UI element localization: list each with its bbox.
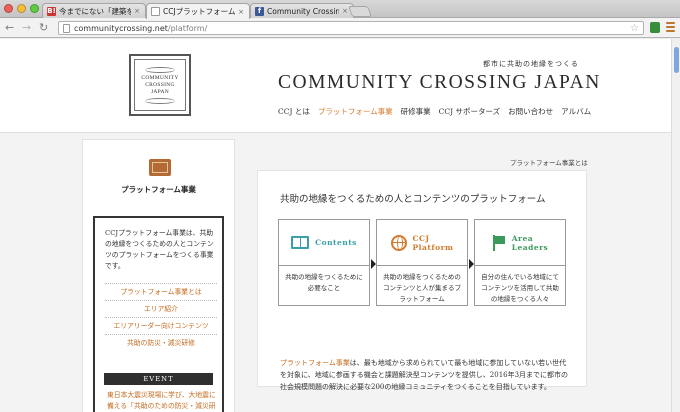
column-name-line-1: Area	[511, 233, 534, 243]
ccj-platform-column: CCJ Platform 共助の地縁をつくるためのコンテンツと人が集まるプラットフ…	[376, 219, 468, 306]
sidebar-description: CCJプラットフォーム事業は、共助の地縁をつくるための人とコンテンツのプラットフ…	[105, 229, 214, 270]
logo-line-1: COMMUNITY	[141, 74, 179, 81]
tab-title: 今までにない「建築を活」	[59, 6, 131, 16]
address-bar[interactable]: communitycrossing.net/platform/ ☆	[58, 21, 644, 35]
column-text: 共助の地縁をつくるためのコンテンツと人が集まるプラットフォーム	[383, 273, 461, 303]
star-icon[interactable]: ☆	[630, 22, 639, 35]
column-name: Area Leaders	[512, 234, 549, 252]
column-name: CCJ Platform	[413, 234, 454, 252]
browser-tab-bar: B! 今までにない「建築を活」 × CCJプラットフォーム | Com × f …	[0, 0, 680, 19]
tab-title: CCJプラットフォーム | Com	[163, 7, 236, 16]
url-text: communitycrossing.net/platform/	[74, 24, 207, 33]
globe-icon	[390, 234, 407, 251]
wrench-icon[interactable]	[666, 22, 675, 34]
column-header: Area Leaders	[475, 220, 565, 266]
window-controls	[4, 4, 39, 13]
browser-tab-2[interactable]: CCJプラットフォーム | Com ×	[146, 3, 250, 19]
content-card: 共助の地縁をつくるための人とコンテンツのプラットフォーム Contents 共助…	[257, 170, 587, 391]
column-name-line-2: Platform	[412, 242, 454, 252]
logo-line-3: JAPAN	[150, 88, 170, 95]
logo-ornament	[145, 97, 175, 104]
page-favicon	[151, 7, 160, 16]
column-text: 自分の住んでいる地域にてコンテンツを活用して共助の地縁をつくる人々	[481, 273, 559, 303]
site-title: COMMUNITY CROSSING JAPAN	[278, 72, 601, 93]
sidebar-link-areas[interactable]: エリア紹介	[105, 300, 217, 317]
scrollbar-thumb[interactable]	[674, 47, 679, 73]
sidebar-link-disaster-training[interactable]: 共助の防災・減災研修	[105, 334, 217, 351]
browser-tab-3[interactable]: f Community Crossing Japa ×	[250, 3, 354, 18]
hatena-bookmark-icon: B!	[47, 6, 56, 16]
nav-item-supporters[interactable]: CCJ サポーターズ	[439, 106, 501, 117]
logo-frame: COMMUNITY CROSSING JAPAN	[134, 59, 186, 111]
event-label: EVENT	[104, 373, 213, 385]
close-window-button[interactable]	[4, 4, 13, 13]
sidebar-box: CCJプラットフォーム事業は、共助の地縁をつくるための人とコンテンツのプラットフ…	[93, 216, 224, 412]
event-link[interactable]: 東日本大震災現場に学び、大地震に備える「共助のための防災・減災研修事業開催」	[107, 390, 217, 412]
reload-icon[interactable]: ↻	[39, 21, 48, 35]
facebook-icon: f	[255, 6, 264, 16]
tab-title: Community Crossing Japa	[267, 6, 339, 16]
contents-column: Contents 共助の地縁をつくるために必要なこと	[278, 219, 370, 306]
area-leaders-column: Area Leaders 自分の住んでいる地域にてコンテンツを活用して共助の地縁を…	[474, 219, 566, 306]
sidebar-link-overview[interactable]: プラットフォーム事業とは	[105, 283, 217, 300]
nav-item-album[interactable]: アルバム	[561, 106, 591, 117]
column-header: CCJ Platform	[377, 220, 467, 266]
extension-icon[interactable]	[650, 22, 660, 33]
book-icon	[291, 236, 310, 249]
browser-toolbar: ← → ↻ communitycrossing.net/platform/ ☆	[0, 18, 680, 38]
platform-badge-icon	[149, 159, 171, 176]
column-text: 共助の地縁をつくるために必要なこと	[285, 273, 363, 292]
sidebar: プラットフォーム事業 CCJプラットフォーム事業は、共助の地縁をつくるための人と…	[82, 139, 235, 412]
nav-item-platform[interactable]: プラットフォーム事業	[318, 106, 393, 117]
card-title: 共助の地縁をつくるための人とコンテンツのプラットフォーム	[280, 194, 546, 205]
site-logo[interactable]: COMMUNITY CROSSING JAPAN	[129, 54, 191, 116]
breadcrumb[interactable]: プラットフォーム事業とは	[510, 157, 588, 167]
global-nav: CCJ とは プラットフォーム事業 研修事業 CCJ サポーターズ お問い合わせ…	[278, 106, 591, 117]
site-header: COMMUNITY CROSSING JAPAN 都市に共助の地縁をつくる CO…	[0, 39, 671, 133]
column-header: Contents	[279, 220, 369, 266]
browser-tab-1[interactable]: B! 今までにない「建築を活」 ×	[42, 3, 146, 18]
flag-icon	[492, 234, 506, 251]
logo-ornament	[145, 66, 175, 73]
tab-close-icon[interactable]: ×	[342, 7, 348, 15]
logo-line-2: CROSSING	[145, 81, 175, 88]
forward-arrow-icon[interactable]: →	[22, 21, 31, 35]
column-name-line-1: CCJ	[412, 233, 430, 243]
back-arrow-icon[interactable]: ←	[5, 21, 14, 35]
page-viewport: COMMUNITY CROSSING JAPAN 都市に共助の地縁をつくる CO…	[0, 39, 671, 412]
tab-close-icon[interactable]: ×	[134, 7, 140, 15]
url-host: communitycrossing.net	[74, 23, 168, 33]
nav-item-training[interactable]: 研修事業	[401, 106, 431, 117]
minimize-window-button[interactable]	[17, 4, 26, 13]
site-tagline: 都市に共助の地縁をつくる	[483, 60, 579, 68]
column-name: Contents	[315, 238, 357, 247]
nav-item-about[interactable]: CCJ とは	[278, 106, 310, 117]
sidebar-heading: プラットフォーム事業	[121, 185, 196, 194]
page-scrollbar[interactable]	[671, 39, 680, 412]
column-name-line-2: Leaders	[511, 242, 549, 252]
new-tab-button[interactable]	[347, 6, 373, 17]
page-info-icon	[63, 23, 70, 33]
card-body: プラットフォーム事業は、最も地域から求められていて最も地域に参加していない若い世…	[280, 357, 572, 393]
zoom-window-button[interactable]	[30, 4, 39, 13]
tab-close-icon[interactable]: ×	[238, 8, 244, 16]
sidebar-links: プラットフォーム事業とは エリア紹介 エリアリーダー向けコンテンツ 共助の防災・…	[105, 283, 217, 351]
body-highlight: プラットフォーム事業	[280, 359, 350, 367]
url-path: /platform/	[167, 23, 208, 33]
nav-item-contact[interactable]: お問い合わせ	[508, 106, 553, 117]
sidebar-link-leader-contents[interactable]: エリアリーダー向けコンテンツ	[105, 317, 217, 334]
